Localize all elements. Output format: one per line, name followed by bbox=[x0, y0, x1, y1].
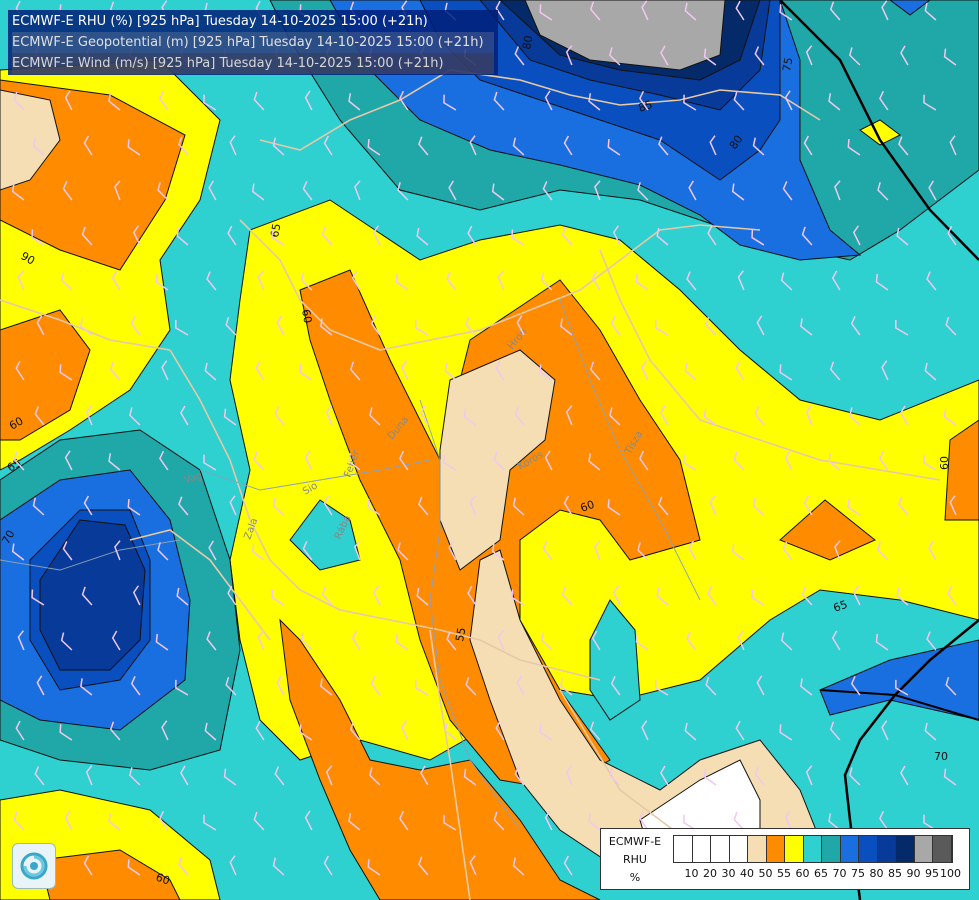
contour-label: 60 bbox=[299, 308, 314, 324]
contour-label: 70 bbox=[934, 750, 948, 763]
legend-swatch bbox=[692, 836, 711, 862]
legend-tick: 40 bbox=[740, 867, 754, 880]
legend-tick: 70 bbox=[832, 867, 847, 880]
contour-label: 75 bbox=[780, 56, 795, 72]
legend-tick: 90 bbox=[906, 867, 921, 880]
legend-swatch bbox=[711, 836, 730, 862]
legend-swatch bbox=[914, 836, 933, 862]
legend-swatch bbox=[674, 836, 693, 862]
legend-swatch bbox=[785, 836, 804, 862]
legend-tick: 50 bbox=[758, 867, 773, 880]
legend-swatch bbox=[840, 836, 859, 862]
legend-swatch bbox=[803, 836, 822, 862]
legend-swatch bbox=[729, 836, 748, 862]
legend-tick: 20 bbox=[703, 867, 717, 880]
contour-label: 60 bbox=[938, 456, 951, 470]
rhu-legend: ECMWF-E RHU % 10 20 30 40 50 55 60 65 70 75 80 85 90… bbox=[600, 828, 970, 890]
legend-tick: 75 bbox=[851, 867, 865, 880]
weather-map: 80 85 75 80 65 60 90 60 65 60 55 60 65 7… bbox=[0, 0, 979, 900]
legend-swatch bbox=[877, 836, 896, 862]
legend-tick: 10 bbox=[684, 867, 699, 880]
legend-swatch bbox=[748, 836, 767, 862]
legend-swatch bbox=[896, 836, 915, 862]
title-wind: ECMWF-E Wind (m/s) [925 hPa] Tuesday 14-… bbox=[12, 53, 494, 74]
legend-tick: 100 bbox=[940, 867, 961, 880]
map-title-box: ECMWF-E RHU (%) [925 hPa] Tuesday 14-10-… bbox=[8, 10, 498, 75]
legend-swatches bbox=[673, 835, 953, 863]
ecmwf-logo-icon bbox=[12, 843, 56, 889]
legend-title: ECMWF-E bbox=[608, 835, 662, 848]
legend-swatch bbox=[933, 836, 952, 862]
legend-variable: RHU bbox=[623, 853, 647, 866]
legend-unit: % bbox=[629, 871, 641, 884]
legend-tick: 65 bbox=[814, 867, 828, 880]
contour-label: 80 bbox=[520, 34, 535, 50]
legend-swatch bbox=[822, 836, 841, 862]
legend-tick: 85 bbox=[888, 867, 902, 880]
legend-ticks: 10 20 30 40 50 55 60 65 70 75 80 85 90 95 100 bbox=[673, 867, 969, 881]
legend-tick: 30 bbox=[721, 867, 736, 880]
legend-tick: 55 bbox=[777, 867, 791, 880]
contour-label: 65 bbox=[268, 222, 283, 238]
legend-swatch bbox=[859, 836, 878, 862]
legend-swatch bbox=[766, 836, 785, 862]
title-rhu: ECMWF-E RHU (%) [925 hPa] Tuesday 14-10-… bbox=[12, 14, 428, 29]
legend-tick: 80 bbox=[869, 867, 884, 880]
legend-tick: 60 bbox=[795, 867, 810, 880]
contour-label: 55 bbox=[453, 626, 468, 642]
legend-tick: 95 bbox=[925, 867, 939, 880]
title-geopotential: ECMWF-E Geopotential (m) [925 hPa] Tuesd… bbox=[12, 32, 494, 53]
